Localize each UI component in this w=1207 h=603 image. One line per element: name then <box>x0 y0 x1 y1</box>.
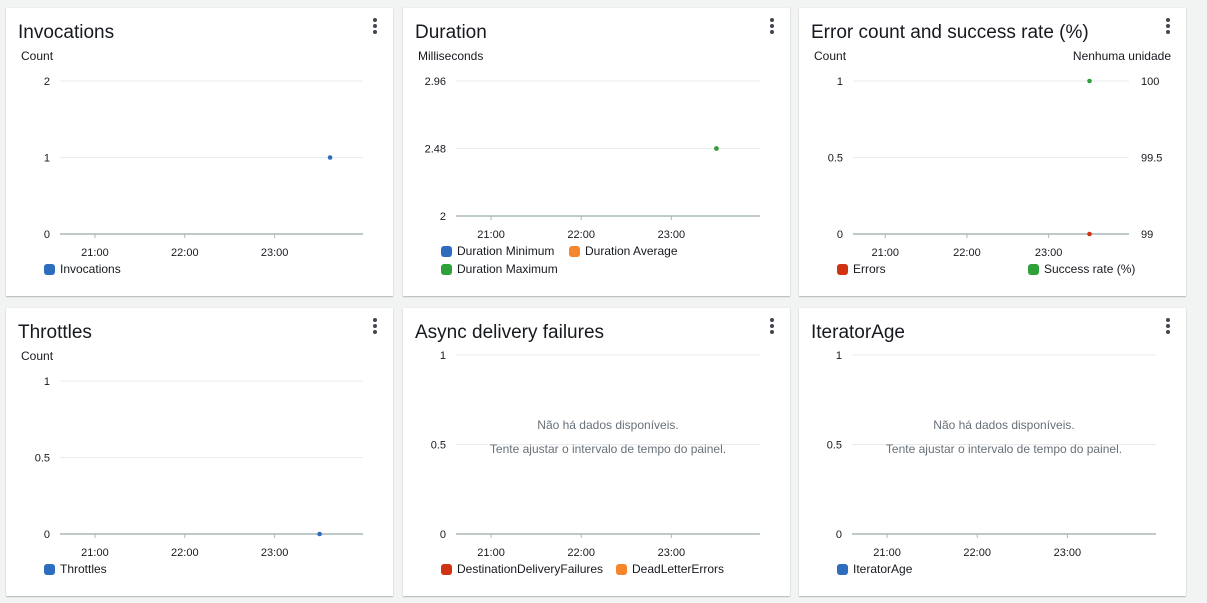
legend-swatch <box>837 563 848 575</box>
legend-item-errors[interactable]: Errors <box>837 262 886 276</box>
y-tick-label: 0.5 <box>828 153 843 165</box>
legend-swatch <box>441 245 452 257</box>
y-tick-label: 0 <box>44 229 50 241</box>
chart: Count 0 0.5 1 21:00 22:00 23:00 <box>21 349 363 559</box>
x-tick-label: 21:00 <box>477 547 505 559</box>
x-tick-label: 23:00 <box>1054 547 1082 559</box>
legend-label: Invocations <box>60 262 121 276</box>
y-tick-label: 1 <box>837 76 843 88</box>
x-tick-label: 23:00 <box>261 247 289 259</box>
legend-swatch <box>44 563 55 575</box>
chart: Count Nenhuma unidade 0 0.5 1 99 99.5 100 21:00 2… <box>814 49 1171 259</box>
x-tick-label: 23:00 <box>658 229 686 241</box>
legend-item-destinationdeliveryfailures[interactable]: DestinationDeliveryFailures <box>441 562 603 576</box>
panel-iterator: IteratorAge 0 0.5 1 21:00 22:00 23:00 Não há da… <box>799 308 1186 596</box>
y-tick-label: 0.5 <box>827 440 842 452</box>
no-data-hint: Tente ajustar o intervalo de tempo do pa… <box>489 442 727 456</box>
y-tick-label: 1 <box>836 350 842 362</box>
legend-label: Errors <box>853 262 886 276</box>
legend-item-duration-maximum[interactable]: Duration Maximum <box>441 262 558 276</box>
x-tick-label: 22:00 <box>567 229 595 241</box>
no-data-message: Não há dados disponíveis. <box>933 418 1075 432</box>
x-tick-label: 21:00 <box>477 229 505 241</box>
legend-swatch <box>44 263 55 275</box>
x-tick-label: 23:00 <box>261 547 289 559</box>
legend-label: Success rate (%) <box>1044 262 1136 276</box>
y-axis-unit-label: Count <box>21 349 54 363</box>
legend-item-success-rate[interactable]: Success rate (%) <box>1028 262 1135 276</box>
x-tick-label: 22:00 <box>963 547 991 559</box>
x-tick-label: 21:00 <box>873 547 901 559</box>
y-tick-label: 2.48 <box>425 144 446 156</box>
y-tick-label: 0 <box>837 229 843 241</box>
y-tick-label: 1 <box>440 350 446 362</box>
legend-swatch <box>1028 263 1039 275</box>
panel-invocations: Invocations Count 0 1 2 21:00 22:00 23:00 Invoca… <box>6 8 393 296</box>
y-axis-unit-label: Count <box>814 49 847 63</box>
panel-async: Async delivery failures 0 0.5 1 21:00 22:00 23… <box>403 308 790 596</box>
legend-swatch <box>441 563 452 575</box>
y-axis-unit-label: Count <box>21 49 54 63</box>
legend-label: DeadLetterErrors <box>632 562 725 576</box>
x-tick-label: 22:00 <box>567 547 595 559</box>
y-tick-label: 2.96 <box>425 76 446 88</box>
y-tick-label: 2 <box>440 211 446 223</box>
panel-errors: Error count and success rate (%) Count Nen… <box>799 8 1186 296</box>
legend-item-invocations[interactable]: Invocations <box>44 262 121 276</box>
legend-label: IteratorAge <box>853 562 913 576</box>
y2-tick-label: 99.5 <box>1141 153 1162 165</box>
legend-label: Throttles <box>60 562 107 576</box>
legend-label: DestinationDeliveryFailures <box>457 562 604 576</box>
y-axis-unit-label: Milliseconds <box>418 49 483 63</box>
legend-item-duration-average[interactable]: Duration Average <box>569 244 678 258</box>
data-point-errors[interactable] <box>1087 231 1092 237</box>
data-point-invocations[interactable] <box>327 155 333 160</box>
y-tick-label: 1 <box>44 376 50 388</box>
x-tick-label: 21:00 <box>871 247 899 259</box>
y-tick-label: 0 <box>44 529 50 541</box>
x-tick-label: 22:00 <box>953 247 981 259</box>
chart: Count 0 1 2 21:00 22:00 23:00 <box>21 49 363 259</box>
y-tick-label: 2 <box>44 76 50 88</box>
no-data-message: Não há dados disponíveis. <box>537 418 679 432</box>
legend-label: Duration Minimum <box>457 244 555 258</box>
x-tick-label: 23:00 <box>658 547 686 559</box>
y-tick-label: 0.5 <box>35 453 50 465</box>
y-tick-label: 1 <box>44 153 50 165</box>
panel-duration: Duration Milliseconds 2 2.48 2.96 21:00 22:00 2… <box>403 8 790 296</box>
y-tick-label: 0.5 <box>431 440 446 452</box>
y-tick-label: 0 <box>836 529 842 541</box>
legend-item-deadlettererrors[interactable]: DeadLetterErrors <box>616 562 724 576</box>
legend-label: Duration Average <box>585 244 678 258</box>
no-data-hint: Tente ajustar o intervalo de tempo do pa… <box>885 442 1123 456</box>
data-point-duration-maximum[interactable] <box>714 146 719 151</box>
data-point-success-rate-[interactable] <box>1087 78 1092 84</box>
x-tick-label: 21:00 <box>81 547 109 559</box>
legend-swatch <box>837 263 848 275</box>
x-tick-label: 22:00 <box>171 247 199 259</box>
legend-item-duration-minimum[interactable]: Duration Minimum <box>441 244 554 258</box>
data-point-throttles[interactable] <box>317 531 322 537</box>
panel-throttles: Throttles Count 0 0.5 1 21:00 22:00 23:00 Thrott… <box>6 308 393 596</box>
y-tick-label: 0 <box>440 529 446 541</box>
x-tick-label: 22:00 <box>171 547 199 559</box>
legend-label: Duration Maximum <box>457 262 558 276</box>
y2-tick-label: 99 <box>1141 229 1153 241</box>
x-tick-label: 21:00 <box>81 247 109 259</box>
y2-tick-label: 100 <box>1141 76 1159 88</box>
legend-swatch <box>616 563 627 575</box>
legend-item-iteratorage[interactable]: IteratorAge <box>837 562 912 576</box>
y2-axis-unit-label: Nenhuma unidade <box>1073 49 1171 63</box>
legend-swatch <box>441 263 452 275</box>
x-tick-label: 23:00 <box>1035 247 1063 259</box>
legend-item-throttles[interactable]: Throttles <box>44 562 107 576</box>
legend-swatch <box>569 245 580 257</box>
